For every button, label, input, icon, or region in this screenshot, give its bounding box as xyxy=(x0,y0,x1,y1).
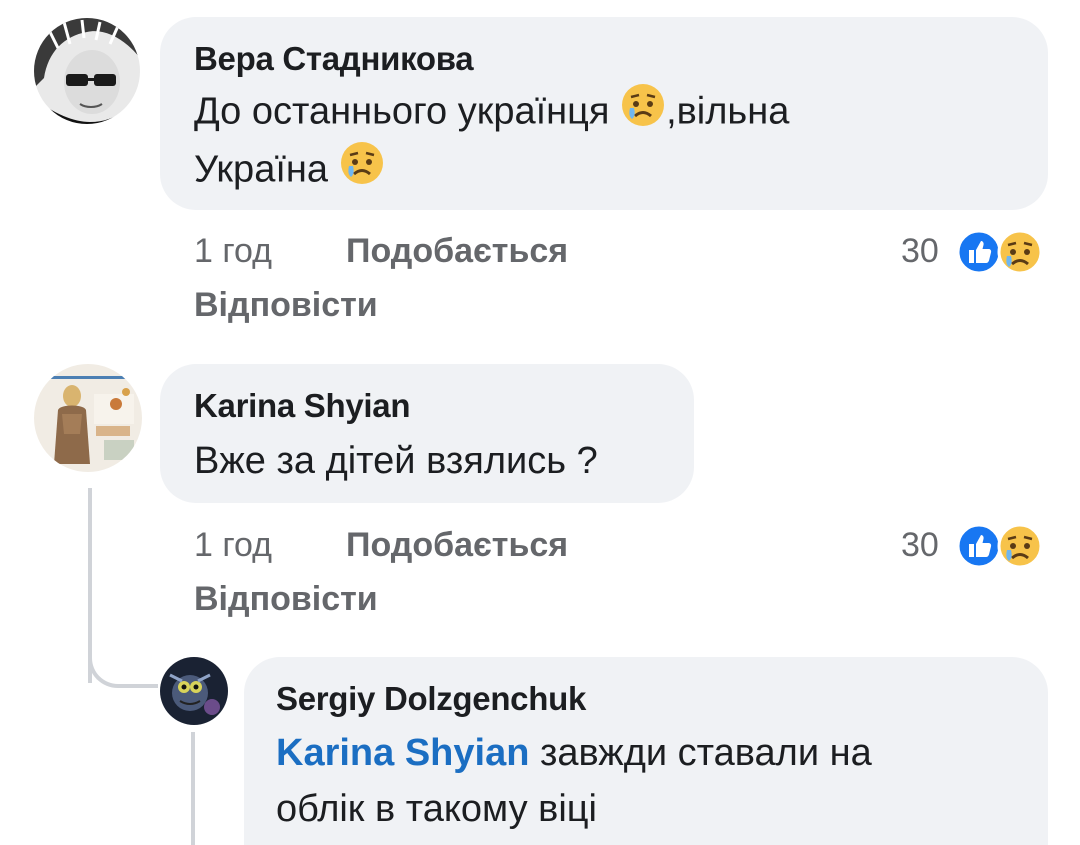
comment-text: До останнього українця ,вільна xyxy=(194,82,789,145)
comment-text-part: Україна xyxy=(194,148,329,191)
comment-text-part: ,вільна xyxy=(666,90,790,133)
comment-time[interactable]: 1 год xyxy=(194,232,272,271)
avatar[interactable] xyxy=(160,657,228,725)
thread-line-reply xyxy=(191,732,195,845)
avatar[interactable] xyxy=(34,364,142,472)
comment-text-part: До останнього українця xyxy=(194,90,610,133)
reply-text-line2: облік в такому віці xyxy=(276,788,597,830)
reply-button[interactable]: Відповісти xyxy=(194,580,378,619)
like-button[interactable]: Подобається xyxy=(346,526,568,565)
mention-link[interactable]: Karina Shyian xyxy=(276,732,529,774)
sad-face-emoji xyxy=(620,82,666,145)
sad-reaction-icon[interactable] xyxy=(996,229,1044,280)
thread-line-curve xyxy=(88,650,158,688)
sad-face-emoji xyxy=(339,140,385,203)
comment-author[interactable]: Karina Shyian xyxy=(194,387,410,425)
like-button[interactable]: Подобається xyxy=(346,232,568,271)
comment-time[interactable]: 1 год xyxy=(194,526,272,565)
reaction-count[interactable]: 30 xyxy=(901,232,939,271)
reply-author[interactable]: Sergiy Dolzgenchuk xyxy=(276,680,586,718)
avatar[interactable] xyxy=(34,18,140,124)
comment-text-line2: Україна xyxy=(194,140,385,203)
reply-text: Karina Shyian завжди ставали на xyxy=(276,724,872,782)
reaction-count[interactable]: 30 xyxy=(901,526,939,565)
reply-button[interactable]: Відповісти xyxy=(194,286,378,325)
reply-text-part: завжди ставали на xyxy=(539,732,872,774)
comment-author[interactable]: Вера Стадникова xyxy=(194,40,474,78)
sad-reaction-icon[interactable] xyxy=(996,523,1044,574)
comment-text: Вже за дітей взялись ? xyxy=(194,440,598,482)
